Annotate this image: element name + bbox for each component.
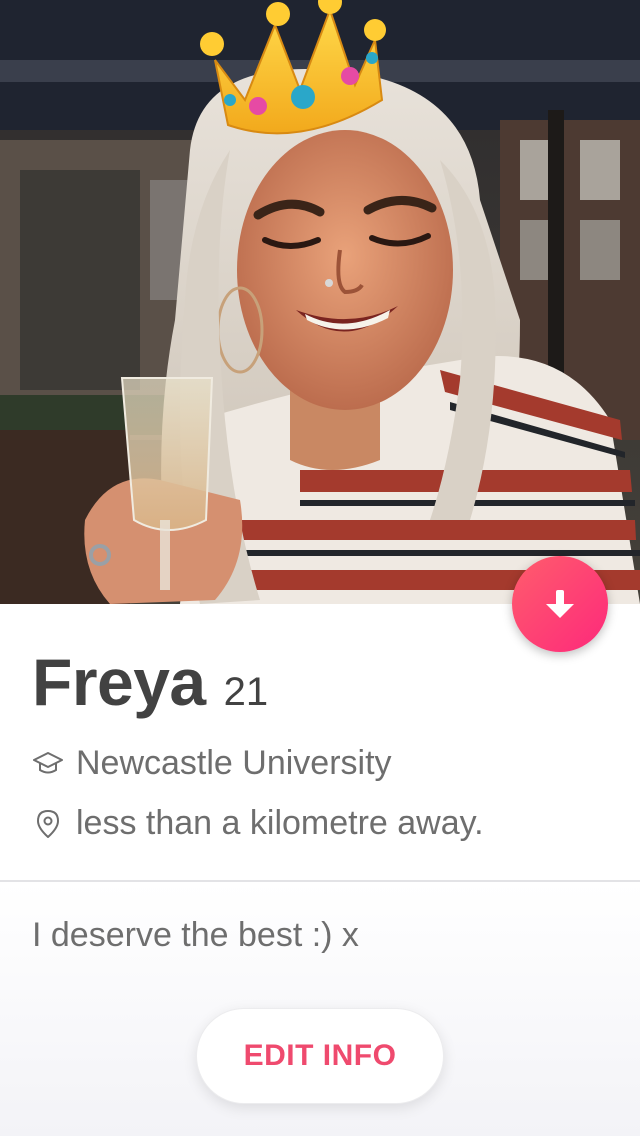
school-text: Newcastle University [76, 744, 392, 782]
profile-name: Freya [32, 645, 206, 719]
distance-text: less than a kilometre away. [76, 804, 484, 842]
distance-row: less than a kilometre away. [32, 804, 484, 843]
name-age-row: Freya 21 [32, 644, 268, 720]
edit-info-button[interactable]: EDIT INFO [196, 1008, 444, 1104]
bio-section: I deserve the best :) x EDIT INFO [0, 882, 640, 1136]
arrow-down-icon [546, 590, 574, 618]
profile-age: 21 [223, 670, 269, 714]
profile-photo-illustration [0, 0, 640, 604]
bio-text: I deserve the best :) x [32, 916, 359, 954]
graduation-cap-icon [32, 748, 64, 780]
collapse-profile-button[interactable] [512, 556, 608, 652]
profile-photo[interactable] [0, 0, 640, 604]
school-row: Newcastle University [32, 744, 392, 783]
location-pin-icon [32, 808, 64, 840]
